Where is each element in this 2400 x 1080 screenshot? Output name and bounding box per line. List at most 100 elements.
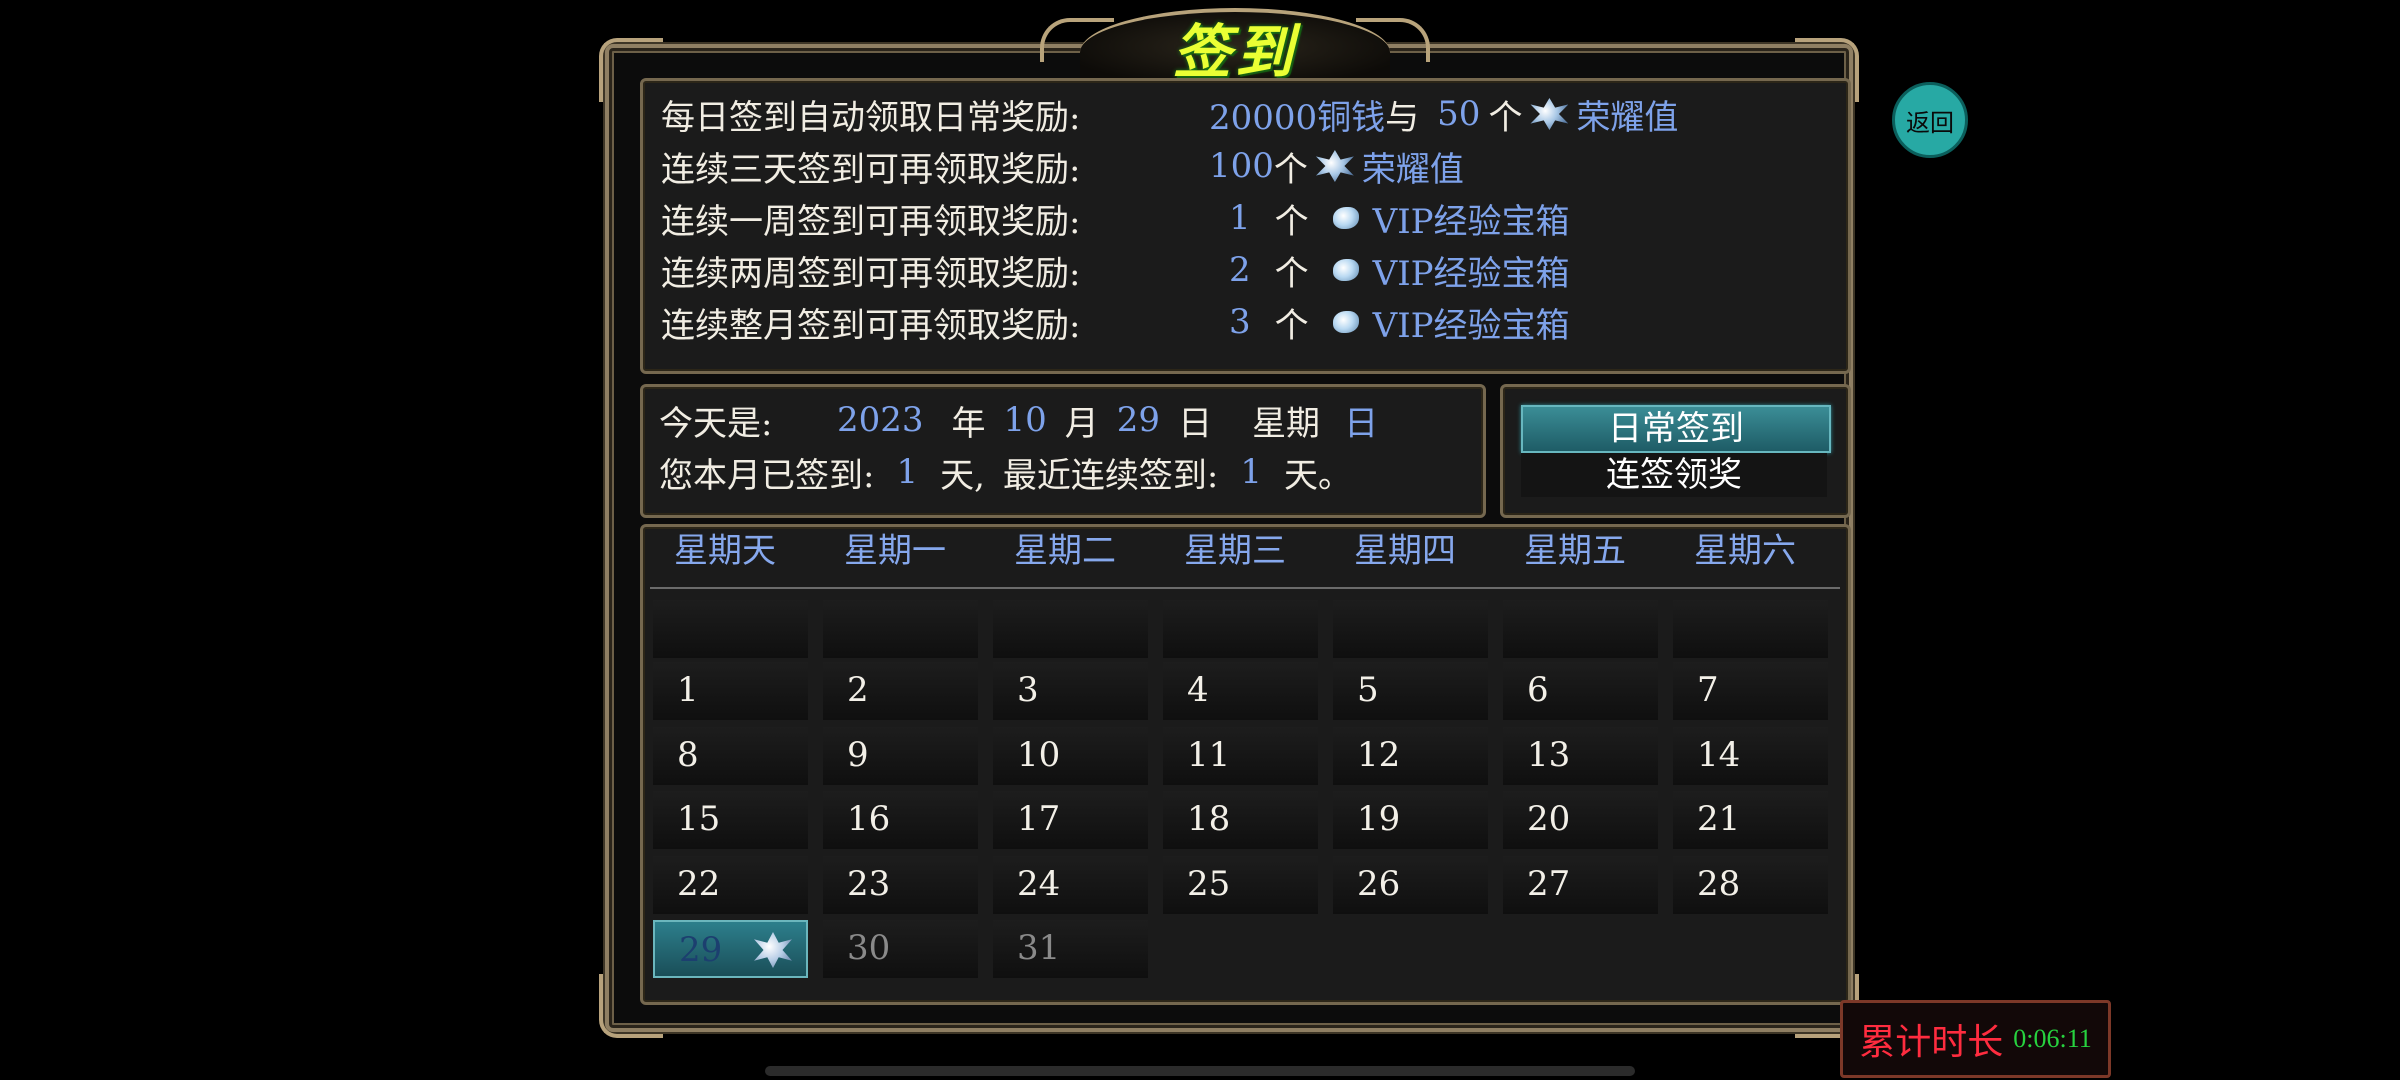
calendar-day-number: 16 <box>847 799 891 839</box>
calendar-empty-cell <box>993 600 1148 658</box>
reward-row-2weeks: 连续两周签到可再领取奖励: 2 个 VIP经验宝箱 <box>661 245 1570 295</box>
calendar-day-cell[interactable]: 29 <box>653 920 808 978</box>
weekday-label: 星期一 <box>844 531 946 571</box>
calendar-day-number: 28 <box>1697 864 1741 904</box>
calendar-day-number: 4 <box>1187 670 1209 710</box>
home-indicator[interactable] <box>765 1066 1635 1076</box>
calendar-day-cell[interactable]: 8 <box>653 727 808 785</box>
calendar-day-cell[interactable]: 16 <box>823 791 978 849</box>
reward-item: 荣耀值 <box>1576 97 1679 138</box>
calendar-day-cell[interactable]: 28 <box>1673 856 1828 914</box>
today-date-row: 今天是: 2023 年 10 月 29 日 星期 日 <box>659 395 1378 445</box>
streak-reward-button[interactable]: 连签领奖 <box>1521 453 1827 497</box>
weekday-label: 星期五 <box>1524 531 1626 571</box>
weekday-label: 星期四 <box>1354 531 1456 571</box>
calendar-day-number: 2 <box>847 670 869 710</box>
weekday-label: 星期天 <box>674 531 776 571</box>
play-time-label: 累计时长 <box>1859 1022 2004 1063</box>
calendar-day-cell[interactable]: 23 <box>823 856 978 914</box>
reward-label: 每日签到自动领取日常奖励: <box>661 97 1081 138</box>
reward-item: VIP经验宝箱 <box>1372 305 1570 346</box>
calendar-empty-cell <box>653 600 808 658</box>
calendar-day-cell[interactable]: 14 <box>1673 727 1828 785</box>
calendar-day-cell[interactable]: 13 <box>1503 727 1658 785</box>
calendar-day-cell[interactable]: 1 <box>653 662 808 720</box>
calendar-day-cell[interactable]: 20 <box>1503 791 1658 849</box>
calendar-day-cell[interactable]: 3 <box>993 662 1148 720</box>
calendar-day-cell[interactable]: 22 <box>653 856 808 914</box>
calendar-day-cell[interactable]: 17 <box>993 791 1148 849</box>
calendar-day-number: 18 <box>1187 799 1231 839</box>
calendar-day-cell[interactable]: 6 <box>1503 662 1658 720</box>
calendar-day-cell[interactable]: 4 <box>1163 662 1318 720</box>
calendar-day-number: 6 <box>1527 670 1549 710</box>
today-info-panel: 今天是: 2023 年 10 月 29 日 星期 日 您本月已签到: 1 天, … <box>640 384 1486 518</box>
reward-unit: 个 <box>1274 201 1309 242</box>
reward-item: VIP经验宝箱 <box>1372 253 1570 294</box>
today-prefix: 今天是: <box>659 403 773 444</box>
calendar-day-cell[interactable]: 30 <box>823 920 978 978</box>
calendar-day-cell[interactable]: 19 <box>1333 791 1488 849</box>
vip-chest-icon <box>1332 207 1359 229</box>
today-month-unit: 月 <box>1064 403 1099 444</box>
streak-prefix: 最近连续签到: <box>1002 455 1219 496</box>
title-plate: 签到 <box>1040 8 1430 86</box>
reward-count: 2 <box>1229 250 1251 290</box>
calendar-day-cell[interactable]: 12 <box>1333 727 1488 785</box>
calendar-day-number: 24 <box>1017 864 1061 904</box>
weekday-divider <box>650 587 1840 589</box>
calendar-day-cell[interactable]: 18 <box>1163 791 1318 849</box>
reward-count: 50 <box>1437 94 1481 134</box>
calendar-day-number: 20 <box>1527 799 1571 839</box>
reward-item: 荣耀值 <box>1361 149 1464 190</box>
rewards-panel: 每日签到自动领取日常奖励: 20000铜钱 与 50 个 荣耀值 连续三天签到可… <box>640 78 1851 374</box>
calendar-day-number: 7 <box>1697 670 1719 710</box>
signed-unit: 天, <box>940 455 985 496</box>
reward-unit: 个 <box>1273 149 1308 190</box>
calendar-day-cell[interactable]: 24 <box>993 856 1148 914</box>
reward-joiner: 与 <box>1385 97 1420 138</box>
calendar-day-cell[interactable]: 7 <box>1673 662 1828 720</box>
reward-label: 连续整月签到可再领取奖励: <box>661 305 1081 346</box>
reward-row-month: 连续整月签到可再领取奖励: 3 个 VIP经验宝箱 <box>661 297 1570 347</box>
streak-unit: 天。 <box>1284 455 1353 496</box>
reward-row-1week: 连续一周签到可再领取奖励: 1 个 VIP经验宝箱 <box>661 193 1570 243</box>
calendar-day-cell[interactable]: 26 <box>1333 856 1488 914</box>
today-weekday: 日 <box>1344 403 1379 444</box>
calendar-day-number: 12 <box>1357 735 1401 775</box>
calendar-day-cell[interactable]: 25 <box>1163 856 1318 914</box>
calendar-day-cell[interactable]: 21 <box>1673 791 1828 849</box>
calendar-day-cell[interactable]: 27 <box>1503 856 1658 914</box>
today-year: 2023 <box>837 400 924 440</box>
weekday-label: 星期六 <box>1694 531 1796 571</box>
calendar-day-number: 25 <box>1187 864 1231 904</box>
signin-stats-row: 您本月已签到: 1 天, 最近连续签到: 1 天。 <box>659 447 1352 497</box>
back-button[interactable]: 返回 <box>1892 82 1968 158</box>
title-ornament <box>1356 18 1430 62</box>
calendar-day-cell[interactable]: 15 <box>653 791 808 849</box>
weekday-label: 星期三 <box>1184 531 1286 571</box>
today-day-unit: 日 <box>1178 403 1213 444</box>
reward-count: 3 <box>1229 302 1251 342</box>
calendar-day-number: 8 <box>677 735 699 775</box>
calendar-day-cell[interactable]: 9 <box>823 727 978 785</box>
reward-amount: 20000铜钱 <box>1209 97 1386 138</box>
daily-signin-button[interactable]: 日常签到 <box>1521 405 1831 453</box>
window-title: 签到 <box>1172 18 1297 86</box>
calendar-day-cell[interactable]: 31 <box>993 920 1148 978</box>
calendar-day-number: 23 <box>847 864 891 904</box>
calendar-day-cell[interactable]: 5 <box>1333 662 1488 720</box>
calendar-day-cell[interactable]: 2 <box>823 662 978 720</box>
calendar-day-cell[interactable]: 11 <box>1163 727 1318 785</box>
streak-days: 1 <box>1240 452 1263 492</box>
play-time-box: 累计时长 0:06:11 <box>1840 1000 2111 1078</box>
calendar-day-number: 13 <box>1527 735 1571 775</box>
calendar-day-number: 11 <box>1187 735 1231 775</box>
reward-unit: 个 <box>1488 97 1523 138</box>
calendar-day-number: 27 <box>1527 864 1571 904</box>
signed-days: 1 <box>896 452 919 492</box>
signed-gem-icon <box>754 932 792 968</box>
calendar-day-number: 3 <box>1017 670 1039 710</box>
calendar-day-cell[interactable]: 10 <box>993 727 1148 785</box>
title-ornament <box>1040 18 1114 62</box>
